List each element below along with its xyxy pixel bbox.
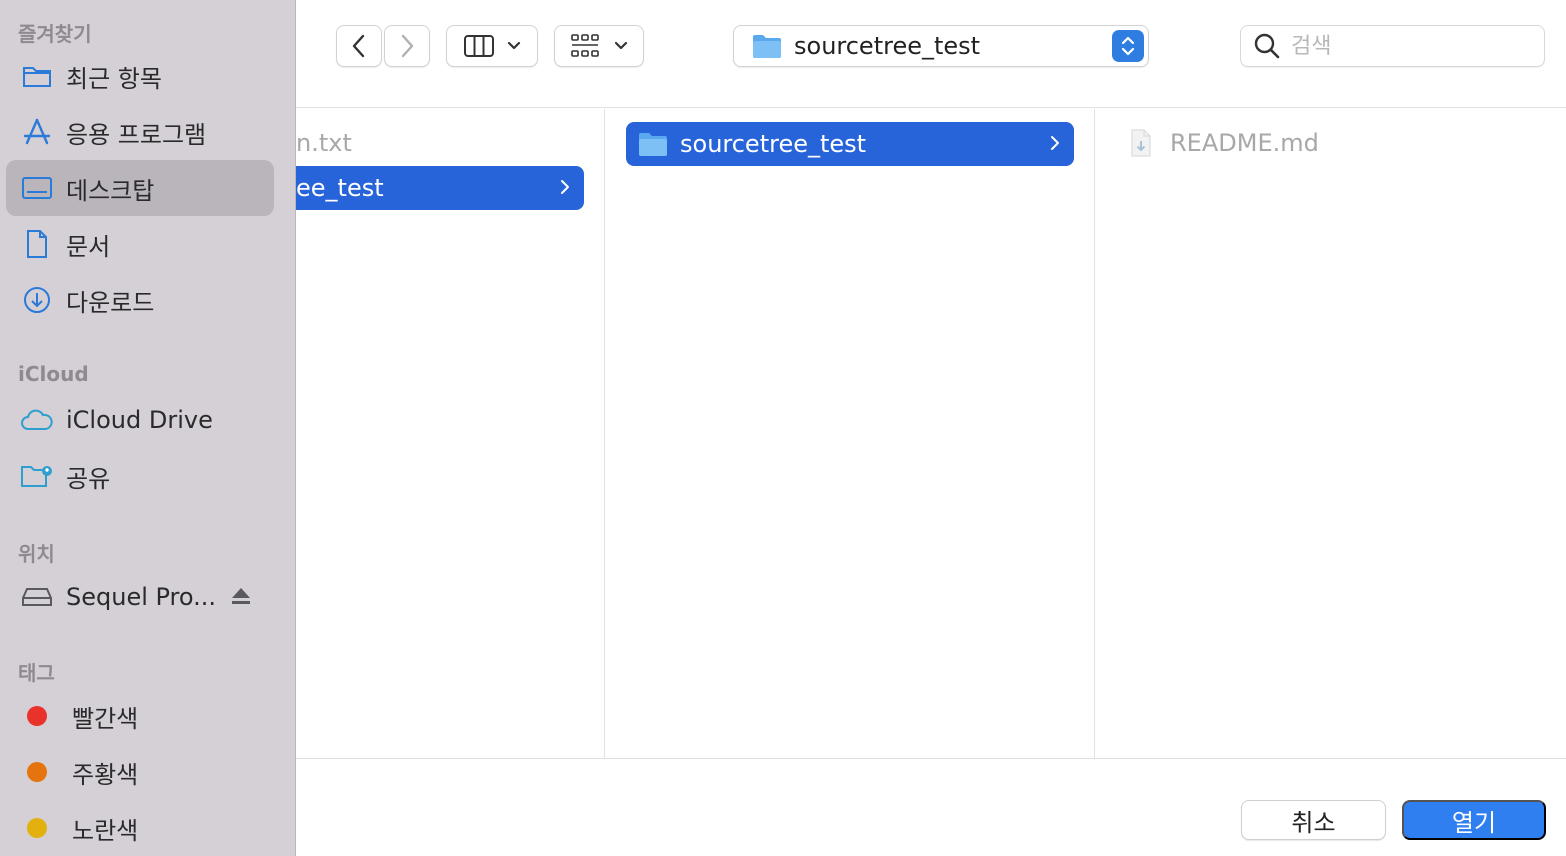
document-icon [20, 227, 54, 261]
disk-icon [20, 580, 54, 614]
column-divider [1094, 109, 1095, 758]
back-button[interactable] [336, 25, 382, 67]
sidebar-item-recents[interactable]: 최근 항목 [6, 48, 274, 104]
tag-dot-icon [27, 762, 47, 782]
path-label: sourcetree_test [794, 32, 981, 60]
list-item[interactable]: n.txt [296, 121, 586, 165]
chevron-right-icon [401, 34, 414, 58]
sidebar-item-applications[interactable]: 응용 프로그램 [6, 104, 274, 160]
sidebar-item-downloads[interactable]: 다운로드 [6, 272, 274, 328]
sidebar-item-label: 공유 [66, 464, 111, 493]
chevron-down-icon [614, 41, 628, 50]
folder-icon [639, 133, 667, 156]
chevron-down-icon [507, 41, 521, 50]
markdown-file-icon [1131, 129, 1151, 157]
sidebar-item-label: 빨간색 [72, 704, 139, 733]
group-button[interactable] [554, 25, 644, 67]
chevron-left-icon [352, 34, 365, 58]
tag-dot-icon [27, 706, 47, 726]
folder-name: sourcetree_test [680, 130, 867, 158]
tags-section-title: 태그 [18, 661, 55, 685]
sidebar-item-shared[interactable]: 공유 [6, 448, 274, 504]
sidebar-item-label: 노란색 [72, 816, 139, 845]
chevron-right-icon [1051, 136, 1059, 150]
sidebar-tag-red[interactable]: 빨간색 [6, 688, 274, 744]
download-icon [20, 283, 54, 317]
stepper-icon [1112, 30, 1144, 62]
sidebar-item-label: 다운로드 [66, 288, 155, 317]
path-popup[interactable]: sourcetree_test [733, 25, 1149, 67]
sidebar-item-desktop[interactable]: 데스크탑 [6, 160, 274, 216]
forward-button[interactable] [384, 25, 430, 67]
column-browser: n.txt ee_test sourcetree_test README.md [296, 109, 1566, 759]
sidebar: 즐겨찾기 최근 항목 응용 프로그램 데스크탑 문서 다운로드 iCloud i… [0, 0, 296, 856]
list-item-selected[interactable]: ee_test [296, 166, 584, 210]
sidebar-item-icloud-drive[interactable]: iCloud Drive [6, 392, 274, 448]
dialog-footer: 취소 열기 [296, 760, 1566, 856]
folder-icon [753, 35, 781, 58]
search-field[interactable] [1240, 25, 1545, 67]
sidebar-item-label: Sequel Pro... [66, 583, 217, 611]
grid-group-icon [571, 34, 599, 57]
shared-folder-icon [20, 459, 54, 493]
favorites-section-title: 즐겨찾기 [18, 22, 92, 46]
sidebar-item-label: 문서 [66, 232, 111, 261]
desktop-icon [20, 171, 54, 205]
file-name: n.txt [296, 129, 352, 157]
eject-icon[interactable] [230, 585, 252, 611]
column-divider [604, 109, 605, 758]
search-input[interactable] [1291, 33, 1531, 59]
icloud-section-title: iCloud [18, 362, 89, 386]
view-mode-button[interactable] [446, 25, 538, 67]
toolbar: sourcetree_test [296, 0, 1566, 108]
sidebar-tag-orange[interactable]: 주황색 [6, 744, 274, 800]
locations-section-title: 위치 [18, 542, 55, 566]
columns-view-icon [464, 35, 494, 57]
sidebar-tag-yellow[interactable]: 노란색 [6, 800, 274, 856]
chevron-right-icon [561, 180, 569, 194]
sidebar-item-label: 주황색 [72, 760, 139, 789]
cloud-icon [20, 403, 54, 437]
sidebar-item-sequel-pro[interactable]: Sequel Pro... [6, 569, 274, 625]
sidebar-item-label: 최근 항목 [66, 64, 162, 93]
file-name: README.md [1170, 129, 1319, 157]
tag-dot-icon [27, 818, 47, 838]
folder-icon [20, 59, 54, 93]
folder-name: ee_test [296, 174, 384, 202]
cancel-button[interactable]: 취소 [1241, 800, 1386, 840]
sidebar-item-label: 응용 프로그램 [66, 120, 207, 149]
search-icon [1254, 33, 1280, 59]
sidebar-item-label: 데스크탑 [66, 176, 155, 205]
list-item-selected[interactable]: sourcetree_test [626, 122, 1074, 166]
apps-icon [20, 115, 54, 149]
list-item[interactable]: README.md [1128, 121, 1528, 165]
sidebar-item-documents[interactable]: 문서 [6, 216, 274, 272]
open-button[interactable]: 열기 [1402, 800, 1546, 840]
sidebar-item-label: iCloud Drive [66, 406, 213, 434]
